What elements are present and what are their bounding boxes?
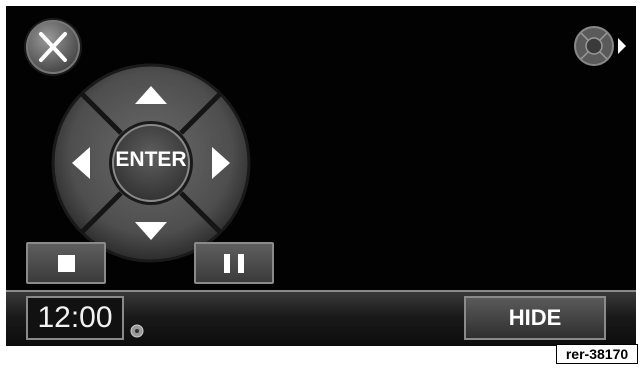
stop-icon bbox=[58, 255, 75, 272]
pause-button[interactable] bbox=[194, 242, 274, 284]
enter-button[interactable] bbox=[114, 126, 188, 200]
dpad-right-button[interactable] bbox=[196, 122, 246, 204]
reference-tag: rer-38170 bbox=[556, 344, 638, 364]
dpad-up-button[interactable] bbox=[110, 68, 192, 118]
media-screen: ENTER 12:00 HIDE bbox=[6, 6, 636, 346]
dpad-left-button[interactable] bbox=[56, 122, 106, 204]
clock-display[interactable]: 12:00 bbox=[26, 296, 124, 340]
dpad-toggle-button[interactable] bbox=[572, 24, 634, 68]
dpad-toggle-icon bbox=[574, 26, 626, 66]
stop-button[interactable] bbox=[26, 242, 106, 284]
disc-icon bbox=[130, 324, 144, 338]
dpad: ENTER bbox=[50, 62, 252, 264]
hide-button[interactable]: HIDE bbox=[464, 296, 606, 340]
dpad-down-button[interactable] bbox=[110, 208, 192, 258]
